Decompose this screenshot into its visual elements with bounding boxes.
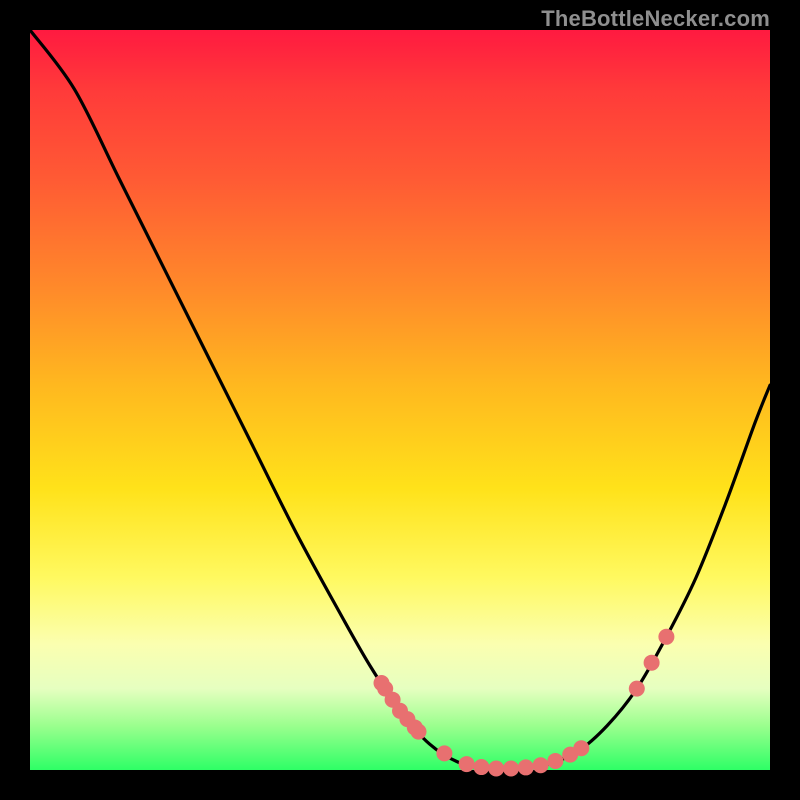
curve-marker (459, 756, 475, 772)
curve-marker (644, 655, 660, 671)
curve-marker (488, 761, 504, 777)
curve-marker (473, 759, 489, 775)
plot-area (30, 30, 770, 770)
curve-marker (658, 629, 674, 645)
bottleneck-curve (30, 30, 770, 769)
curve-marker (411, 724, 427, 740)
curve-marker (518, 759, 534, 775)
curve-marker (629, 681, 645, 697)
plot-svg (30, 30, 770, 770)
curve-marker (436, 745, 452, 761)
curve-marker (573, 740, 589, 756)
chart-stage: TheBottleNecker.com (0, 0, 800, 800)
watermark-text: TheBottleNecker.com (541, 6, 770, 32)
marker-group (374, 629, 675, 777)
curve-marker (503, 761, 519, 777)
curve-marker (533, 757, 549, 773)
curve-marker (547, 753, 563, 769)
